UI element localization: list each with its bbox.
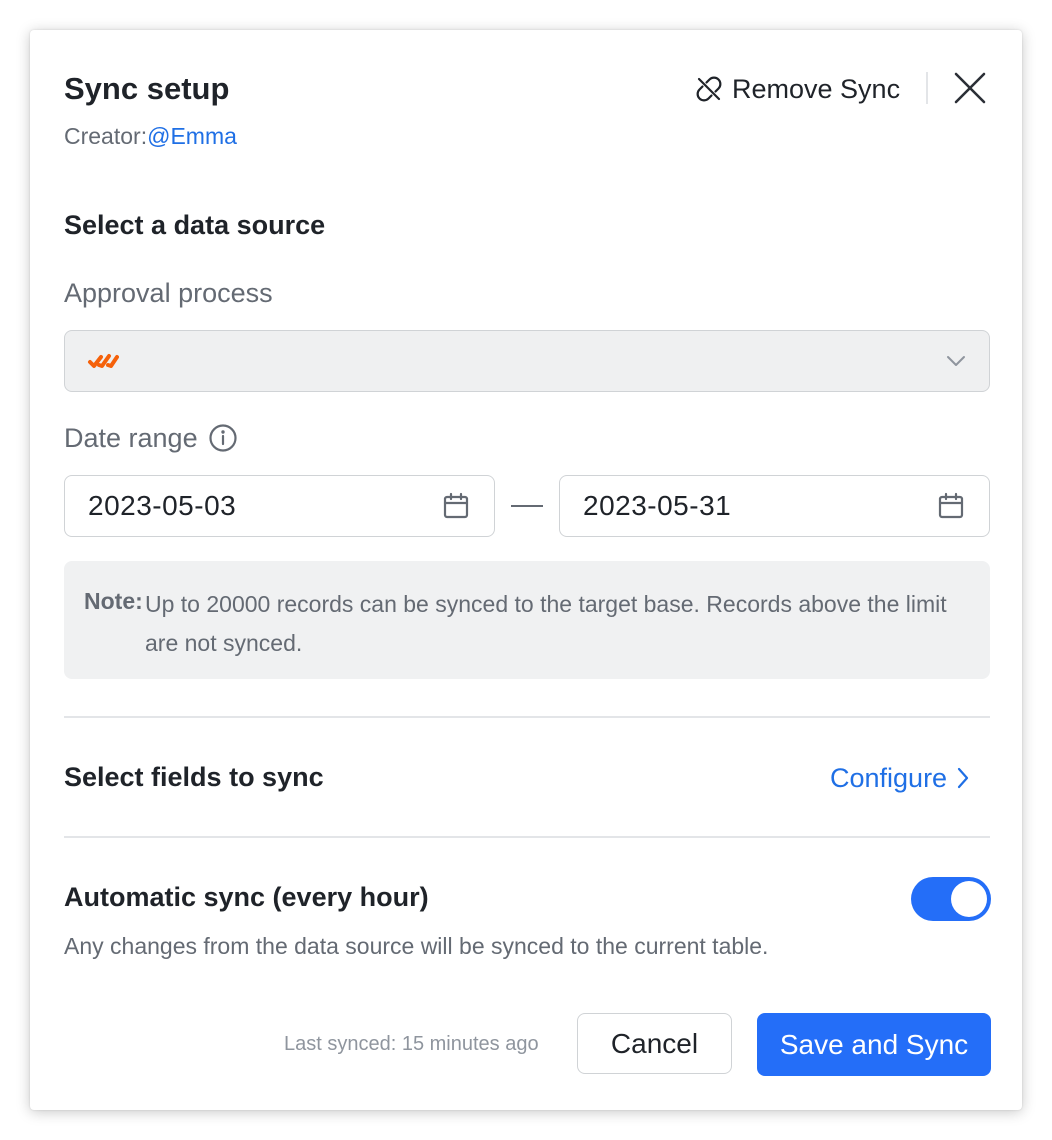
note-text: Up to 20000 records can be synced to the… <box>145 591 947 656</box>
chevron-down-icon <box>945 353 967 374</box>
data-source-heading: Select a data source <box>64 210 326 240</box>
end-date-value: 2023-05-31 <box>583 490 732 521</box>
chevron-right-icon <box>955 765 971 791</box>
close-icon <box>954 72 986 104</box>
remove-sync-button[interactable]: Remove Sync <box>696 70 900 108</box>
toggle-knob <box>951 881 987 917</box>
note-label: Note: <box>84 588 143 614</box>
creator-mention[interactable]: @Emma <box>147 123 237 149</box>
calendar-icon[interactable] <box>937 492 965 520</box>
approval-process-select[interactable] <box>64 330 990 392</box>
creator-label: Creator: <box>64 123 148 149</box>
date-range-separator <box>511 505 543 507</box>
unlink-icon <box>696 76 722 102</box>
auto-sync-toggle[interactable] <box>911 877 991 921</box>
header-divider <box>926 72 928 104</box>
dialog-title: Sync setup <box>64 71 230 106</box>
auto-sync-heading: Automatic sync (every hour) <box>64 882 429 912</box>
auto-sync-description: Any changes from the data source will be… <box>64 933 769 959</box>
save-and-sync-button[interactable]: Save and Sync <box>757 1013 991 1076</box>
records-limit-note: Note: Up to 20000 records can be synced … <box>64 561 990 679</box>
approval-app-icon <box>87 351 119 376</box>
creator-line: Creator:@Emma <box>64 122 237 150</box>
fields-heading: Select fields to sync <box>64 762 324 792</box>
approval-process-label: Approval process <box>64 278 273 308</box>
end-date-input[interactable]: 2023-05-31 <box>559 475 990 537</box>
info-icon[interactable] <box>208 423 238 453</box>
date-range-label-row: Date range <box>64 421 238 455</box>
start-date-input[interactable]: 2023-05-03 <box>64 475 495 537</box>
date-range-label: Date range <box>64 423 198 453</box>
section-divider <box>64 836 990 838</box>
start-date-value: 2023-05-03 <box>88 490 237 521</box>
sync-setup-dialog: Sync setup Creator:@Emma Remove Sync Sel… <box>30 30 1022 1110</box>
configure-link[interactable]: Configure <box>830 759 971 797</box>
calendar-icon[interactable] <box>442 492 470 520</box>
section-divider <box>64 716 990 718</box>
close-button[interactable] <box>951 69 989 107</box>
last-synced-text: Last synced: 15 minutes ago <box>284 1033 539 1055</box>
remove-sync-label: Remove Sync <box>732 73 901 104</box>
cancel-button[interactable]: Cancel <box>577 1013 732 1074</box>
configure-label: Configure <box>830 762 948 793</box>
